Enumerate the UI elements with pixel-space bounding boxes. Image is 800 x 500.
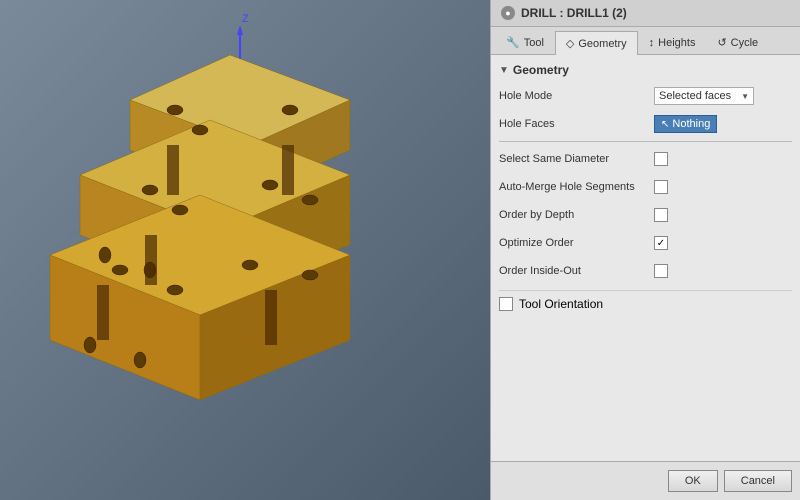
drill-icon: ● bbox=[501, 6, 515, 20]
hole-faces-control: ↖ Nothing bbox=[654, 115, 792, 133]
order-by-depth-label: Order by Depth bbox=[499, 209, 654, 221]
tool-orientation-row: Tool Orientation bbox=[499, 290, 792, 311]
order-inside-out-checkbox[interactable] bbox=[654, 264, 668, 278]
section-arrow-icon: ▼ bbox=[499, 65, 509, 76]
hole-mode-control: Selected faces ▼ bbox=[654, 87, 792, 105]
properties-panel: ● DRILL : DRILL1 (2) 🔧 Tool ◇ Geometry ↕… bbox=[490, 0, 800, 500]
cancel-button[interactable]: Cancel bbox=[724, 470, 792, 492]
select-same-diameter-control bbox=[654, 152, 792, 166]
auto-merge-checkbox[interactable] bbox=[654, 180, 668, 194]
hole-faces-label: Hole Faces bbox=[499, 118, 654, 130]
geometry-section: ▼ Geometry bbox=[499, 63, 792, 77]
tool-orientation-checkbox[interactable] bbox=[499, 297, 513, 311]
order-inside-out-label: Order Inside-Out bbox=[499, 265, 654, 277]
tab-heights[interactable]: ↕ Heights bbox=[638, 30, 707, 54]
bottom-bar: OK Cancel bbox=[491, 461, 800, 500]
dropdown-arrow-icon: ▼ bbox=[741, 92, 749, 101]
order-by-depth-checkbox[interactable] bbox=[654, 208, 668, 222]
nothing-button[interactable]: ↖ Nothing bbox=[654, 115, 717, 133]
optimize-order-checkbox[interactable]: ✓ bbox=[654, 236, 668, 250]
hole-mode-row: Hole Mode Selected faces ▼ bbox=[499, 85, 792, 107]
auto-merge-row: Auto-Merge Hole Segments bbox=[499, 176, 792, 198]
tab-tool[interactable]: 🔧 Tool bbox=[495, 30, 555, 54]
heights-icon: ↕ bbox=[649, 37, 655, 49]
order-inside-out-row: Order Inside-Out bbox=[499, 260, 792, 282]
panel-title: DRILL : DRILL1 (2) bbox=[521, 6, 627, 20]
tool-orientation-label: Tool Orientation bbox=[519, 297, 603, 311]
optimize-order-control: ✓ bbox=[654, 236, 792, 250]
select-same-diameter-row: Select Same Diameter bbox=[499, 148, 792, 170]
select-same-diameter-checkbox[interactable] bbox=[654, 152, 668, 166]
hole-faces-row: Hole Faces ↖ Nothing bbox=[499, 113, 792, 135]
divider-1 bbox=[499, 141, 792, 142]
optimize-order-row: Optimize Order ✓ bbox=[499, 232, 792, 254]
title-bar: ● DRILL : DRILL1 (2) bbox=[491, 0, 800, 27]
optimize-order-label: Optimize Order bbox=[499, 237, 654, 249]
order-inside-out-control bbox=[654, 264, 792, 278]
tab-bar: 🔧 Tool ◇ Geometry ↕ Heights ↺ Cycle bbox=[491, 27, 800, 55]
auto-merge-control bbox=[654, 180, 792, 194]
hole-mode-label: Hole Mode bbox=[499, 90, 654, 102]
svg-text:Z: Z bbox=[242, 13, 249, 25]
hole-mode-dropdown[interactable]: Selected faces ▼ bbox=[654, 87, 754, 105]
order-by-depth-row: Order by Depth bbox=[499, 204, 792, 226]
geometry-tab-icon: ◇ bbox=[566, 37, 574, 50]
ok-button[interactable]: OK bbox=[668, 470, 718, 492]
panel-content: ▼ Geometry Hole Mode Selected faces ▼ Ho… bbox=[491, 55, 800, 461]
tab-cycle[interactable]: ↺ Cycle bbox=[706, 30, 769, 54]
tab-geometry[interactable]: ◇ Geometry bbox=[555, 31, 638, 55]
cursor-icon: ↖ bbox=[661, 119, 669, 130]
tool-icon: 🔧 bbox=[506, 36, 520, 49]
select-same-diameter-label: Select Same Diameter bbox=[499, 153, 654, 165]
3d-viewport[interactable]: Z Y bbox=[0, 0, 490, 500]
cycle-icon: ↺ bbox=[717, 36, 726, 49]
auto-merge-label: Auto-Merge Hole Segments bbox=[499, 181, 654, 193]
order-by-depth-control bbox=[654, 208, 792, 222]
